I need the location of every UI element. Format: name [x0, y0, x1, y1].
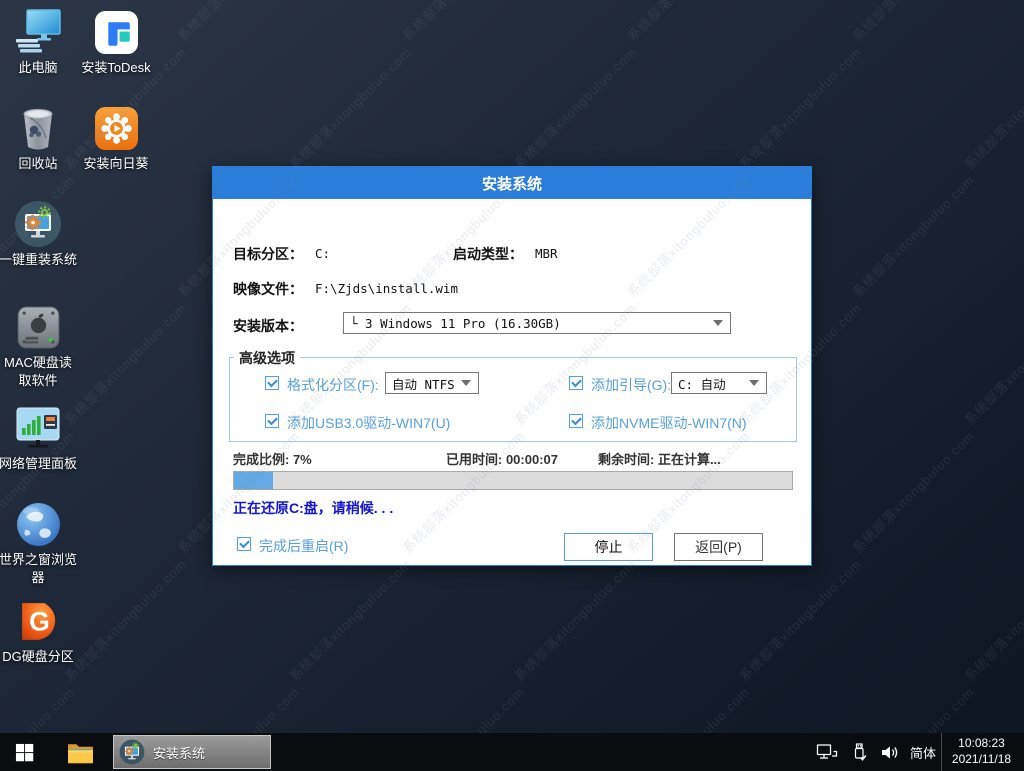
stop-button[interactable]: 停止 — [564, 533, 653, 561]
desktop-icon-label: 一键重装系统 — [0, 251, 77, 269]
desktop-icon-install-todesk[interactable]: 安装ToDesk — [73, 8, 159, 77]
reboot-after-checkbox[interactable] — [237, 537, 251, 551]
format-partition-checkbox[interactable] — [265, 376, 279, 390]
format-partition-label: 格式化分区(F): — [287, 375, 379, 395]
file-explorer-button[interactable] — [56, 733, 104, 771]
ime-indicator[interactable]: 简体 — [906, 733, 940, 771]
usb-tray-button[interactable] — [845, 733, 873, 771]
todesk-icon — [94, 8, 139, 56]
diskgenius-icon: G — [16, 597, 61, 645]
taskbar-app-title: 安装系统 — [153, 743, 205, 762]
progress-bar — [233, 471, 793, 490]
windows-logo-icon — [15, 743, 34, 762]
mac-disk-icon — [16, 303, 61, 351]
recycle-bin-icon — [16, 104, 60, 152]
desktop-icon-mac-disk-reader[interactable]: MAC硬盘读取软件 — [0, 303, 81, 389]
reinstall-system-icon — [14, 200, 62, 248]
desktop-icon-world-window-browser[interactable]: 世界之窗浏览器 — [0, 500, 81, 586]
desktop-icon-network-panel[interactable]: 网络管理面板 — [0, 404, 81, 473]
desktop-icon-label: DG硬盘分区 — [2, 648, 74, 666]
dialog-title: 安装系统 — [482, 173, 542, 194]
svg-text:G: G — [29, 606, 50, 636]
desktop-icon-label: MAC硬盘读取软件 — [0, 354, 78, 389]
usb-driver-label: 添加USB3.0驱动-WIN7(U) — [287, 413, 450, 433]
tray-time: 10:08:23 — [958, 736, 1005, 752]
elapsed-time-label: 已用时间: 00:00:07 — [446, 449, 558, 468]
network-icon — [816, 743, 838, 761]
add-boot-checkbox[interactable] — [569, 376, 583, 390]
target-partition-label: 目标分区： — [233, 244, 303, 264]
install-version-select[interactable]: └ 3 Windows 11 Pro (16.30GB) — [343, 312, 731, 334]
dialog-titlebar[interactable]: 安装系统 — [213, 167, 811, 199]
desktop-icon-label: 世界之窗浏览器 — [0, 551, 78, 586]
reinstall-system-icon — [119, 739, 145, 765]
desktop-icon-dg-partition[interactable]: G DG硬盘分区 — [0, 597, 81, 666]
nvme-driver-checkbox[interactable] — [569, 414, 583, 428]
progress-percent-label: 完成比例: 7% — [233, 449, 312, 468]
tray-date: 2021/11/18 — [952, 752, 1011, 768]
desktop-icon-label: 网络管理面板 — [0, 455, 77, 473]
speaker-icon — [881, 744, 899, 761]
install-version-value: └ 3 Windows 11 Pro (16.30GB) — [350, 316, 561, 331]
desktop-icon-label: 回收站 — [18, 155, 57, 173]
taskbar-running-app[interactable]: 安装系统 — [113, 735, 271, 769]
nvme-driver-label: 添加NVME驱动-WIN7(N) — [591, 413, 747, 433]
volume-tray-button[interactable] — [876, 733, 904, 771]
sunflower-icon — [94, 104, 139, 152]
install-version-label: 安装版本： — [233, 316, 303, 336]
chevron-down-icon — [749, 380, 759, 386]
chevron-down-icon — [461, 380, 471, 386]
start-button[interactable] — [0, 733, 48, 771]
format-type-value: 自动 NTFS — [392, 374, 455, 393]
install-system-dialog: 安装系统 目标分区： C: 启动类型： MBR 映像文件： F:\Zjds\in… — [212, 166, 812, 566]
desktop-icon-label: 安装向日葵 — [83, 155, 148, 173]
progress-fill — [234, 472, 273, 489]
image-file-value: F:\Zjds\install.wim — [315, 281, 458, 296]
folder-icon — [67, 741, 94, 764]
desktop-icon-recycle-bin[interactable]: 回收站 — [0, 104, 81, 173]
usb-icon — [852, 743, 867, 762]
boot-target-value: C: 自动 — [678, 374, 726, 393]
remaining-time-label: 剩余时间: 正在计算... — [598, 449, 721, 468]
back-button[interactable]: 返回(P) — [674, 533, 763, 561]
globe-browser-icon — [16, 500, 61, 548]
advanced-options-group: 高级选项 格式化分区(F): 自动 NTFS 添加引导(G): C: 自动 添加… — [229, 357, 797, 442]
taskbar: 安装系统 简体 — [0, 733, 1024, 771]
network-tray-button[interactable] — [812, 733, 842, 771]
dialog-body: 目标分区： C: 启动类型： MBR 映像文件： F:\Zjds\install… — [213, 199, 811, 565]
boot-type-label: 启动类型： — [453, 244, 523, 264]
desktop-icon-label: 安装ToDesk — [81, 59, 150, 77]
image-file-label: 映像文件： — [233, 279, 303, 299]
status-message: 正在还原C:盘，请稍候. . . — [233, 498, 393, 518]
this-pc-icon — [14, 8, 62, 56]
usb-driver-checkbox[interactable] — [265, 414, 279, 428]
desktop-icon-label: 此电脑 — [18, 59, 57, 77]
network-panel-icon — [15, 404, 61, 452]
advanced-options-legend: 高级选项 — [234, 348, 300, 368]
add-boot-label: 添加引导(G): — [591, 375, 671, 395]
clock[interactable]: 10:08:23 2021/11/18 — [941, 733, 1021, 771]
boot-target-select[interactable]: C: 自动 — [671, 372, 767, 394]
target-partition-value: C: — [315, 246, 330, 261]
reboot-after-label: 完成后重启(R) — [259, 536, 348, 556]
chevron-down-icon — [713, 320, 723, 326]
desktop-icon-one-click-reinstall[interactable]: 一键重装系统 — [0, 200, 81, 269]
format-type-select[interactable]: 自动 NTFS — [385, 372, 479, 394]
desktop-icon-this-pc[interactable]: 此电脑 — [0, 8, 81, 77]
boot-type-value: MBR — [535, 246, 558, 261]
ime-label: 简体 — [910, 743, 936, 762]
desktop-icon-install-sunflower[interactable]: 安装向日葵 — [73, 104, 159, 173]
